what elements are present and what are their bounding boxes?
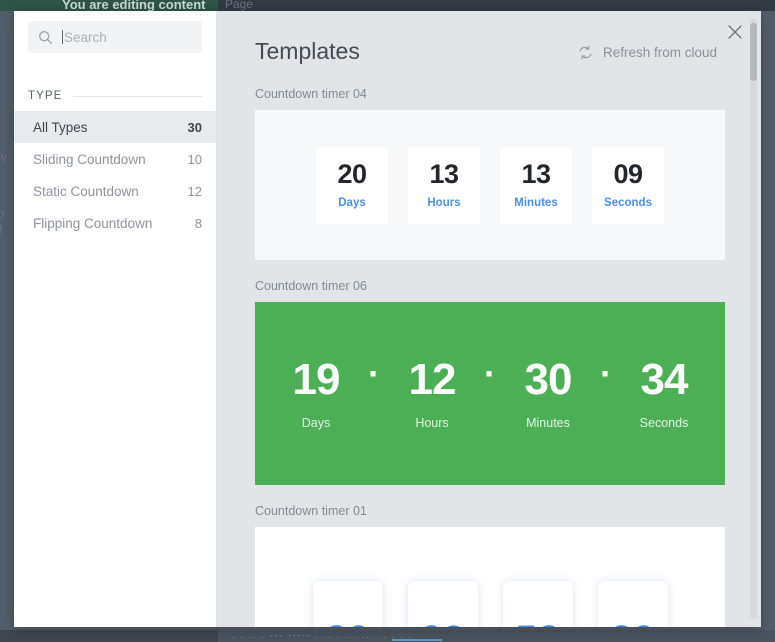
topbar-page-label[interactable]: Page <box>225 0 253 11</box>
template-list: Countdown timer 04 20 Days 13 Hours 13 M <box>217 87 761 627</box>
sidebar-item-count: 8 <box>194 215 202 231</box>
countdown-label: Hours <box>427 197 461 209</box>
countdown-separator: · <box>368 352 380 394</box>
countdown-unit-minutes: 52 <box>502 581 573 627</box>
countdown-value: 19 <box>292 354 341 404</box>
sidebar-item-count: 30 <box>187 119 202 135</box>
refresh-from-cloud-label: Refresh from cloud <box>602 45 717 60</box>
templates-modal: Search TYPE All Types 30 Sliding Countdo… <box>14 11 761 627</box>
template-name: Countdown timer 01 <box>255 504 367 518</box>
content-scrollbar-thumb[interactable] <box>750 23 757 81</box>
type-section-header: TYPE <box>28 90 202 102</box>
app-bottombar: . . .. . --- ----- . .. . ... .. . . . .… <box>0 630 775 642</box>
countdown-value: 20 <box>610 620 655 627</box>
countdown-label: Seconds <box>639 415 689 430</box>
countdown-label: Days <box>338 197 366 209</box>
countdown-separator: · <box>484 352 496 394</box>
template-preview[interactable]: 19 Days · 12 Hours · 30 Minutes · 34 Sec… <box>255 302 725 485</box>
sidebar-item-label: Static Countdown <box>33 183 139 199</box>
editing-content-notice: You are editing content <box>0 0 218 11</box>
background-text-4: el <box>0 223 2 240</box>
countdown-value: 52 <box>515 620 560 627</box>
countdown-unit-days: 20 Days <box>316 146 388 224</box>
type-section-label: TYPE <box>28 90 63 102</box>
refresh-from-cloud-button[interactable]: Refresh from cloud <box>577 44 717 61</box>
countdown-unit-days: 20 <box>312 581 383 627</box>
template-item[interactable]: Countdown timer 04 20 Days 13 Hours 13 M <box>255 87 725 260</box>
bottombar-active-indicator <box>392 639 442 641</box>
sidebar-item-label: Flipping Countdown <box>33 215 153 231</box>
countdown-row: 19 Days · 12 Hours · 30 Minutes · 34 Sec… <box>270 352 710 430</box>
countdown-value: 13 <box>429 159 459 189</box>
search-icon <box>38 30 53 45</box>
background-text-3: ao <box>0 206 5 223</box>
search-placeholder: Search <box>64 29 107 45</box>
bottombar-controls[interactable]: . . .. . --- ----- . .. . ... .. . . . .… <box>232 631 767 641</box>
sidebar-item-flipping-countdown[interactable]: Flipping Countdown 8 <box>14 207 216 239</box>
background-text-2: anv <box>0 149 7 164</box>
countdown-unit-minutes: 30 Minutes <box>502 354 594 430</box>
close-icon <box>728 25 742 39</box>
template-name: Countdown timer 06 <box>255 279 367 293</box>
bottombar-left-panel <box>0 630 218 642</box>
sidebar-item-sliding-countdown[interactable]: Sliding Countdown 10 <box>14 143 216 175</box>
countdown-unit-days: 19 Days <box>270 354 362 430</box>
templates-header: Templates Refresh from cloud <box>217 11 761 87</box>
type-section-divider <box>73 95 202 97</box>
countdown-label: Seconds <box>604 197 652 209</box>
app-topbar: You are editing content Page <box>0 0 775 11</box>
sidebar-item-static-countdown[interactable]: Static Countdown 12 <box>14 175 216 207</box>
sidebar-item-count: 10 <box>187 151 202 167</box>
sidebar-item-count: 12 <box>187 183 202 199</box>
type-filter-list: All Types 30 Sliding Countdown 10 Static… <box>14 111 216 239</box>
close-modal-button[interactable] <box>724 21 746 43</box>
countdown-separator: · <box>600 352 612 394</box>
countdown-unit-minutes: 13 Minutes <box>500 146 572 224</box>
refresh-cloud-icon <box>577 44 594 61</box>
countdown-unit-hours: 08 <box>407 581 478 627</box>
countdown-value: 13 <box>521 159 551 189</box>
countdown-unit-seconds: 09 Seconds <box>592 146 664 224</box>
countdown-value: 12 <box>408 354 457 404</box>
template-name: Countdown timer 04 <box>255 87 367 101</box>
template-item[interactable]: Countdown timer 06 19 Days · 12 Hours · … <box>255 279 725 485</box>
countdown-value: 09 <box>613 159 643 189</box>
countdown-label: Days <box>301 415 331 430</box>
countdown-label: Hours <box>415 415 449 430</box>
sidebar-item-label: Sliding Countdown <box>33 151 146 167</box>
countdown-label: Minutes <box>514 197 558 209</box>
templates-content: Templates Refresh from cloud Countdown t… <box>217 11 761 627</box>
template-preview[interactable]: 20 Days 13 Hours 13 Minutes 09 Seconds <box>255 110 725 260</box>
countdown-unit-hours: 12 Hours <box>386 354 478 430</box>
countdown-value: 20 <box>337 159 367 189</box>
countdown-value: 34 <box>640 354 689 404</box>
countdown-value: 20 <box>325 620 370 627</box>
sidebar-item-label: All Types <box>33 119 88 135</box>
template-item[interactable]: Countdown timer 01 20 08 52 20 <box>255 504 725 627</box>
page-title: Templates <box>255 38 360 64</box>
countdown-unit-hours: 13 Hours <box>408 146 480 224</box>
countdown-unit-seconds: 34 Seconds <box>618 354 710 430</box>
countdown-unit-seconds: 20 <box>597 581 668 627</box>
search-text-cursor <box>62 30 63 44</box>
template-preview[interactable]: 20 08 52 20 <box>255 527 725 627</box>
search-input[interactable]: Search <box>28 21 202 53</box>
countdown-label: Minutes <box>526 415 570 430</box>
countdown-value: 30 <box>524 354 573 404</box>
screen: S anv ao el You are editing content Page… <box>0 0 775 642</box>
countdown-value: 08 <box>420 620 465 627</box>
templates-sidebar: Search TYPE All Types 30 Sliding Countdo… <box>14 11 217 627</box>
sidebar-item-all-types[interactable]: All Types 30 <box>14 111 216 143</box>
